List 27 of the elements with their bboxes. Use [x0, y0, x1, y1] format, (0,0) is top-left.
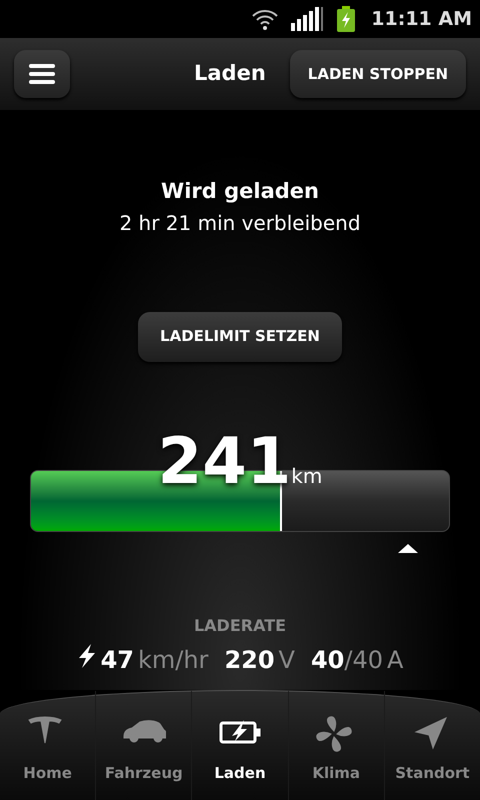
voltage: 220 [224, 644, 275, 676]
nav-tab[interactable]: Fahrzeug [95, 691, 192, 800]
current-max: /40 [344, 644, 383, 676]
current-unit: A [387, 644, 404, 676]
menu-icon [29, 64, 55, 84]
speed-unit: km/hr [138, 644, 208, 676]
nav-tab[interactable]: Laden [191, 691, 288, 800]
signal-icon [291, 7, 326, 31]
rate-label: LADERATE [194, 614, 286, 636]
limit-marker-icon[interactable] [398, 544, 418, 552]
charging-status: Wird geladen [161, 178, 319, 205]
nav-tab[interactable]: Home [0, 691, 96, 800]
range-unit: km [291, 462, 322, 490]
screen-title: Laden [194, 60, 266, 88]
time-remaining: 2 hr 21 min verbleibend [119, 210, 361, 236]
nav-tab[interactable]: Klima [288, 691, 384, 800]
battery-charging-icon [337, 6, 356, 32]
current: 40 [310, 644, 344, 676]
voltage-unit: V [278, 644, 295, 676]
wifi-icon [251, 8, 280, 30]
charge-speed: 47 [100, 644, 134, 676]
menu-button[interactable] [14, 50, 70, 98]
set-limit-button[interactable]: LADELIMIT SETZEN [138, 312, 342, 362]
lightning-icon [76, 644, 97, 668]
stop-charging-button[interactable]: LADEN STOPPEN [290, 50, 466, 98]
clock-time: 11:11 AM [371, 6, 472, 32]
nav-tab[interactable]: Standort [384, 691, 480, 800]
